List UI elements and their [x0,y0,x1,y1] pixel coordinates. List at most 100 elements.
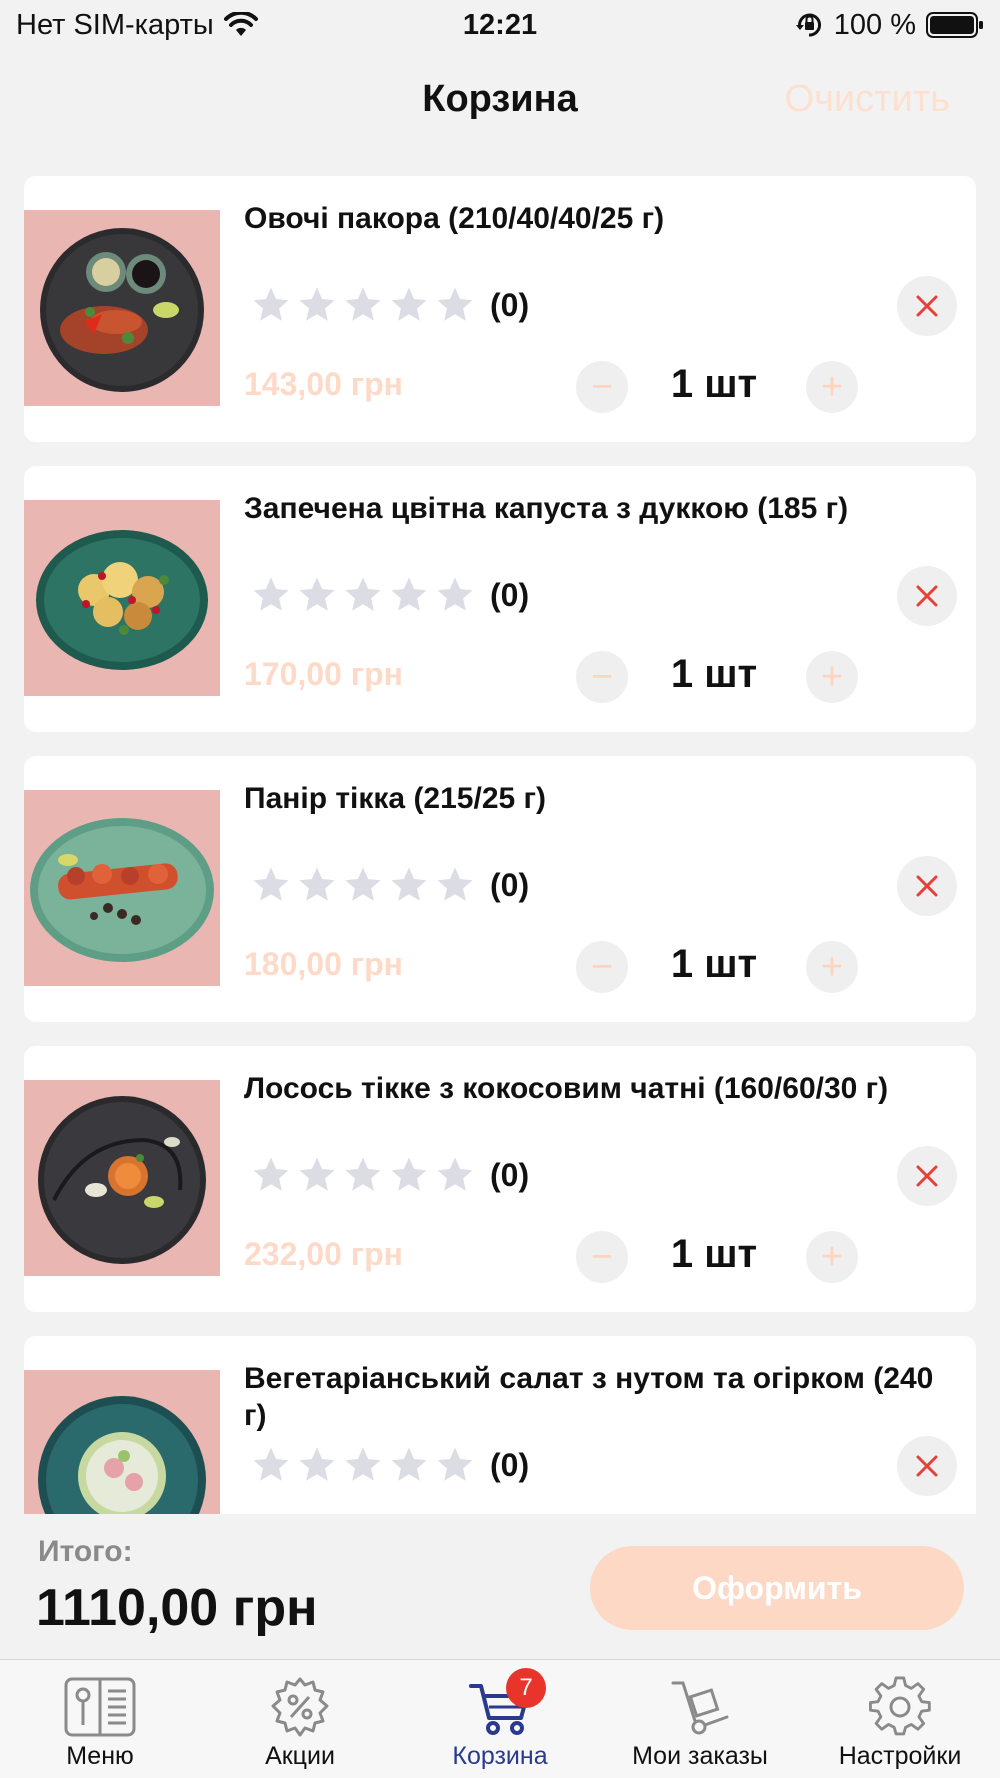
quantity-increase-button[interactable]: + [806,1231,858,1283]
close-icon [916,875,938,897]
rating-count: (0) [490,286,530,323]
close-icon [916,1165,938,1187]
star-icon[interactable] [434,1444,476,1486]
star-icon[interactable] [342,574,384,616]
tab-label: Корзина [452,1742,548,1770]
tab-menu[interactable]: Меню [0,1660,200,1778]
rating[interactable]: (0) [250,1443,529,1487]
discount-gear-icon [262,1674,338,1740]
star-icon[interactable] [388,1444,430,1486]
quantity-value: 1 шт [670,942,758,986]
quantity-increase-button[interactable]: + [806,941,858,993]
star-icon[interactable] [388,574,430,616]
hand-truck-icon [662,1674,738,1740]
item-name: Вегетаріанський салат з нутом та огірком… [244,1362,934,1432]
rating-count: (0) [490,866,530,903]
plus-icon: + [820,946,844,988]
tab-my-orders[interactable]: Мои заказы [600,1660,800,1778]
tab-label: Акции [265,1742,335,1770]
item-price: 143,00 грн [244,366,403,402]
minus-icon: − [590,656,614,698]
star-icon[interactable] [342,1444,384,1486]
rating[interactable]: (0) [250,283,529,327]
star-icon[interactable] [434,1154,476,1196]
star-icon[interactable] [250,864,292,906]
quantity-decrease-button[interactable]: − [576,1231,628,1283]
status-bar: Нет SIM-карты 12:21 100 % [0,0,1000,50]
remove-item-button[interactable] [897,1146,957,1206]
quantity-increase-button[interactable]: + [806,651,858,703]
cart-item: Вегетаріанський салат з нутом та огірком… [24,1336,976,1514]
star-icon[interactable] [388,1154,430,1196]
item-price: 170,00 грн [244,656,403,692]
quantity-decrease-button[interactable]: − [576,651,628,703]
star-icon[interactable] [296,864,338,906]
item-name: Овочі пакора (210/40/40/25 г) [244,202,665,235]
rating[interactable]: (0) [250,573,529,617]
nav-bar: Корзина Очистить [0,60,1000,145]
item-price: 180,00 грн [244,946,403,982]
star-icon[interactable] [342,284,384,326]
close-icon [916,295,938,317]
checkout-button[interactable]: Оформить [590,1546,964,1630]
status-right: 100 % [794,9,984,42]
battery-icon [926,11,984,39]
quantity-value: 1 шт [670,1232,758,1276]
star-icon[interactable] [388,864,430,906]
star-icon[interactable] [388,284,430,326]
quantity-decrease-button[interactable]: − [576,361,628,413]
tab-label: Настройки [838,1742,962,1770]
item-name: Лосось тікке з кокосовим чатні (160/60/3… [244,1072,889,1105]
close-icon [916,585,938,607]
total-label: Итого: [38,1535,133,1568]
item-photo [24,1370,220,1514]
star-icon[interactable] [250,1444,292,1486]
item-photo [24,790,220,986]
star-icon[interactable] [342,864,384,906]
item-photo [24,1080,220,1276]
star-icon[interactable] [342,1154,384,1196]
rating[interactable]: (0) [250,863,529,907]
minus-icon: − [590,366,614,408]
star-icon[interactable] [434,574,476,616]
cart-list[interactable]: Овочі пакора (210/40/40/25 г) (0) 143,00… [24,176,976,1514]
remove-item-button[interactable] [897,276,957,336]
item-name: Запечена цвітна капуста з дуккою (185 г) [244,492,849,525]
minus-icon: − [590,946,614,988]
carrier-label: Нет SIM-карты [16,8,214,41]
tab-cart[interactable]: 7 Корзина [400,1660,600,1778]
star-icon[interactable] [250,574,292,616]
star-icon[interactable] [296,574,338,616]
star-icon[interactable] [296,284,338,326]
wifi-icon [223,12,258,38]
cart-item: Лосось тікке з кокосовим чатні (160/60/3… [24,1046,976,1312]
star-icon[interactable] [250,1154,292,1196]
item-photo [24,210,220,406]
quantity-increase-button[interactable]: + [806,361,858,413]
star-icon[interactable] [296,1444,338,1486]
quantity-value: 1 шт [670,652,758,696]
total-value: 1110,00 грн [36,1579,318,1637]
tab-label: Меню [66,1742,134,1770]
rating-count: (0) [490,576,530,613]
star-icon[interactable] [434,864,476,906]
remove-item-button[interactable] [897,856,957,916]
tab-bar: Меню Акции 7 Корзина Мои заказы Настройк… [0,1659,1000,1778]
remove-item-button[interactable] [897,1436,957,1496]
item-name: Панір тікка (215/25 г) [244,782,547,815]
remove-item-button[interactable] [897,566,957,626]
settings-gear-icon [862,1674,938,1740]
close-icon [916,1455,938,1477]
star-icon[interactable] [250,284,292,326]
plus-icon: + [820,1236,844,1278]
star-icon[interactable] [434,284,476,326]
tab-promotions[interactable]: Акции [200,1660,400,1778]
star-icon[interactable] [296,1154,338,1196]
rating[interactable]: (0) [250,1153,529,1197]
battery-percent: 100 % [833,8,916,41]
clear-cart-button[interactable]: Очистить [785,78,950,121]
quantity-decrease-button[interactable]: − [576,941,628,993]
cart-item: Овочі пакора (210/40/40/25 г) (0) 143,00… [24,176,976,442]
tab-settings[interactable]: Настройки [800,1660,1000,1778]
rating-count: (0) [490,1446,530,1483]
